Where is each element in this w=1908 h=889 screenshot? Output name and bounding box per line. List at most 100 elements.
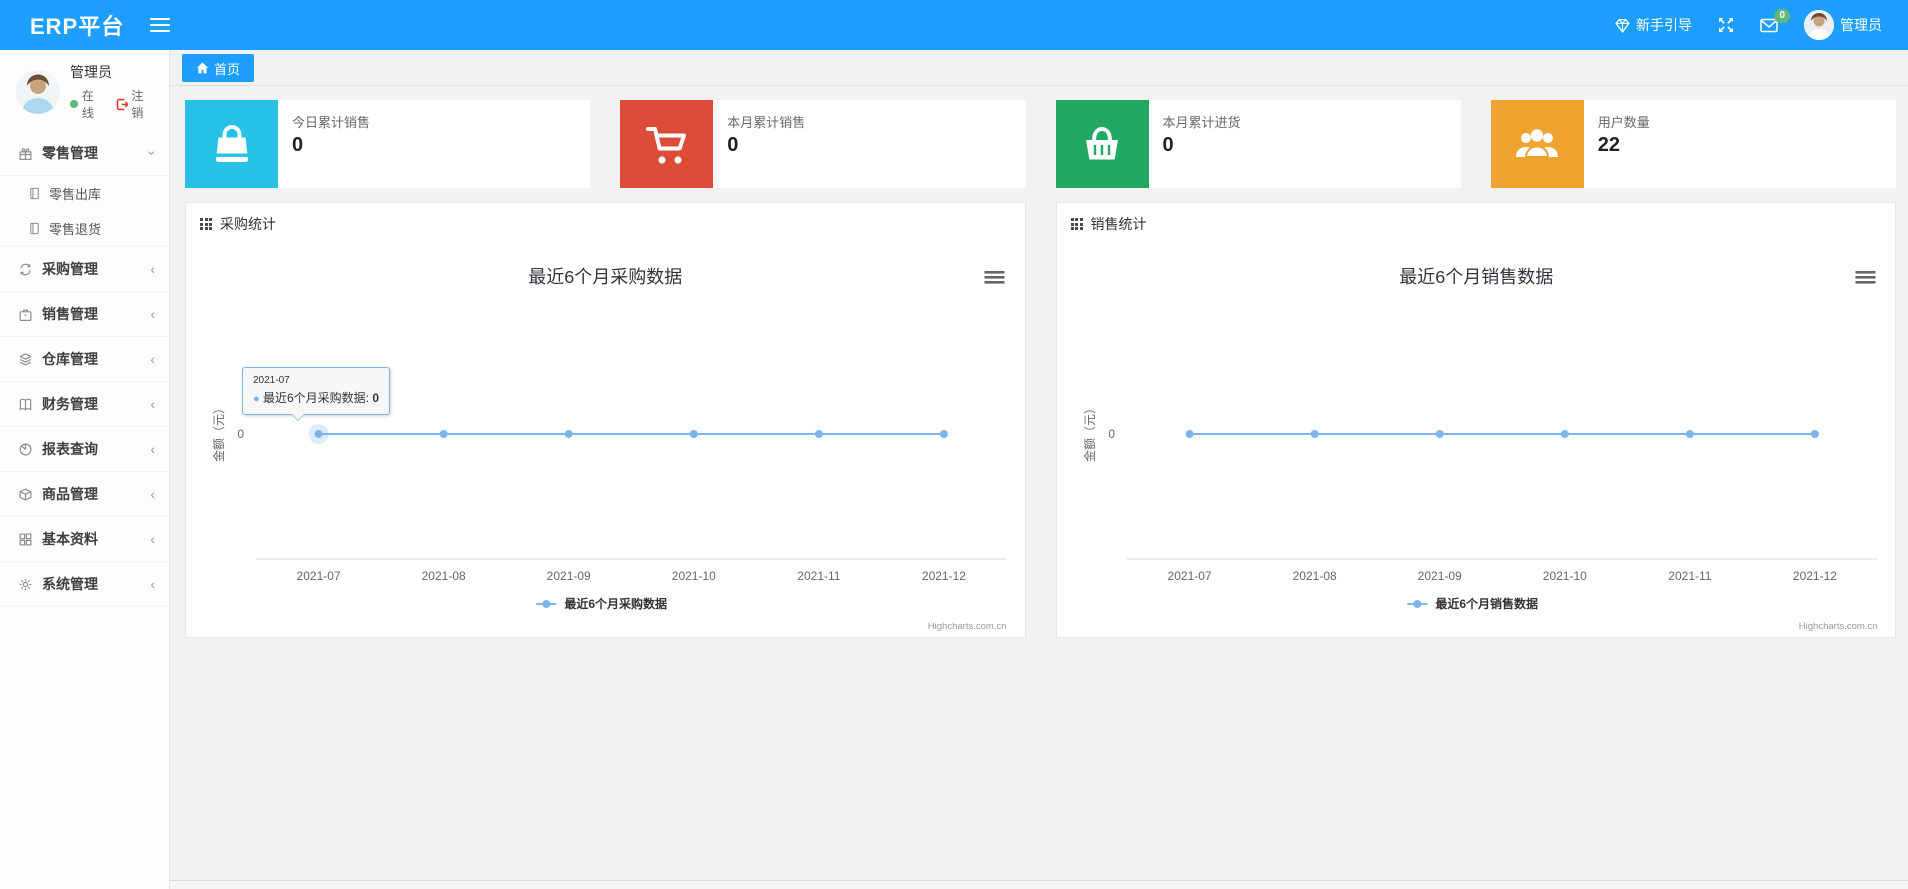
sidebar-avatar [16, 69, 60, 114]
message-count-badge: 0 [1774, 8, 1790, 23]
stat-card-today-sales: 今日累计销售 0 [185, 100, 591, 188]
breadcrumb: 首页 [170, 50, 1908, 86]
svg-text:2021-11: 2021-11 [1668, 569, 1711, 583]
th-grid-icon [1070, 218, 1083, 230]
stat-label: 今日累计销售 [292, 115, 371, 130]
gift-icon [18, 146, 33, 161]
logout-button[interactable]: 注销 [116, 87, 155, 121]
sidebar-item-label: 财务管理 [42, 396, 98, 412]
sidebar-subitem-label: 零售出库 [49, 187, 102, 202]
svg-text:最近6个月采购数据: 最近6个月采购数据 [528, 267, 682, 287]
gear-icon [18, 577, 33, 592]
legend-item[interactable]: 最近6个月采购数据 [536, 596, 667, 611]
sidebar-item-products[interactable]: 商品管理 ‹ [0, 472, 169, 517]
layers-icon [18, 352, 33, 367]
chevron-left-icon: ‹ [150, 531, 155, 547]
home-icon [196, 62, 209, 74]
stat-value: 0 [727, 134, 739, 156]
stat-card-month-purchase: 本月累计进货 0 [1055, 100, 1461, 188]
svg-text:金额（元）: 金额（元） [211, 402, 226, 462]
messages-button[interactable]: 0 [1760, 8, 1790, 33]
tab-home[interactable]: 首页 [182, 54, 255, 82]
logout-icon [116, 98, 129, 110]
svg-text:2021-09: 2021-09 [1417, 569, 1461, 583]
stat-card-month-sales: 本月累计销售 0 [620, 100, 1026, 188]
svg-text:2021-10: 2021-10 [1542, 569, 1586, 583]
sidebar-subitem-retail-return[interactable]: 零售退货 [0, 211, 169, 246]
chart-context-menu[interactable] [984, 271, 1005, 284]
purchase-chart: 最近6个月采购数据 2021-07 2021-08 2021-09 2021-10 202… [186, 245, 1025, 637]
username-label: 管理员 [1840, 17, 1882, 33]
chevron-left-icon: ‹ [150, 486, 155, 502]
highcharts-credit[interactable]: Highcharts.com.cn [928, 621, 1007, 632]
sidebar-item-label: 基本资料 [42, 531, 98, 547]
highcharts-credit[interactable]: Highcharts.com.cn [1798, 621, 1877, 632]
sidebar-item-reports[interactable]: 报表查询 ‹ [0, 427, 169, 472]
sidebar-subitem-retail-outbound[interactable]: 零售出库 [0, 176, 169, 211]
app-brand: ERP平台 [30, 14, 125, 39]
svg-text:金额（元）: 金额（元） [1082, 402, 1097, 462]
online-status-label: 在线 [81, 89, 94, 120]
svg-text:2021-07: 2021-07 [1167, 569, 1211, 583]
pie-chart-icon [18, 442, 33, 457]
purchase-stats-panel: 采购统计 最近6个月采购数据 2021-07 2021-08 2021-09 2021-… [185, 202, 1026, 638]
svg-text:2021-10: 2021-10 [672, 569, 716, 583]
document-icon [28, 187, 41, 200]
main-content: 首页 今日累计销售 0 本月累计销售 0 本月累计进货 0 用户数量 22 采购… [170, 50, 1908, 889]
cube-icon [18, 487, 33, 502]
sidebar-item-label: 商品管理 [42, 486, 98, 502]
sidebar: 管理员 在线 注销 零售管理 › 零售出库 零售退货 采购管理 ‹ 销售管理 ‹… [0, 50, 170, 889]
guide-label: 新手引导 [1636, 17, 1692, 33]
legend-item[interactable]: 最近6个月销售数据 [1406, 596, 1538, 611]
svg-text:2021-11: 2021-11 [797, 569, 840, 583]
sidebar-item-label: 仓库管理 [42, 351, 98, 367]
document-icon [28, 222, 41, 235]
users-icon [1490, 100, 1584, 188]
svg-text:2021-09: 2021-09 [547, 569, 591, 583]
sidebar-item-label: 销售管理 [42, 306, 98, 322]
stat-value: 22 [1597, 134, 1620, 156]
stat-label: 本月累计进货 [1162, 115, 1241, 130]
svg-text:0: 0 [237, 427, 244, 441]
top-navbar: ERP平台 新手引导 0 管理员 [0, 0, 1908, 50]
stat-label: 用户数量 [1597, 115, 1650, 130]
stat-value: 0 [1162, 134, 1174, 156]
sidebar-item-system[interactable]: 系统管理 ‹ [0, 562, 169, 607]
sidebar-item-purchase[interactable]: 采购管理 ‹ [0, 247, 169, 292]
svg-text:最近6个月销售数据: 最近6个月销售数据 [1399, 267, 1553, 287]
sales-stats-panel: 销售统计 最近6个月销售数据 2021-07 2021-08 2021-09 2021-… [1055, 202, 1896, 638]
sidebar-item-label: 采购管理 [42, 261, 98, 277]
online-status-dot [70, 100, 78, 108]
chart-context-menu[interactable] [1854, 271, 1875, 284]
footer-divider [170, 880, 1908, 889]
sidebar-item-label: 零售管理 [42, 145, 98, 161]
th-grid-icon [200, 218, 212, 230]
stat-card-user-count: 用户数量 22 [1490, 100, 1896, 188]
grid-icon [18, 532, 33, 547]
user-menu[interactable]: 管理员 [1804, 10, 1882, 40]
sales-chart: 最近6个月销售数据 2021-07 2021-08 2021-09 2021-10 202… [1057, 245, 1896, 637]
chevron-left-icon: ‹ [150, 576, 155, 592]
refresh-icon [18, 262, 33, 277]
sidebar-item-sales[interactable]: 销售管理 ‹ [0, 292, 169, 337]
briefcase-icon [18, 307, 33, 322]
fullscreen-button[interactable] [1718, 17, 1734, 33]
basket-icon [1055, 100, 1149, 188]
sidebar-item-label: 报表查询 [42, 441, 98, 457]
sidebar-menu: 零售管理 › 零售出库 零售退货 采购管理 ‹ 销售管理 ‹ 仓库管理 ‹ 财务… [0, 131, 169, 607]
book-icon [18, 397, 33, 412]
svg-text:0: 0 [1108, 427, 1115, 441]
chevron-left-icon: ‹ [150, 441, 155, 457]
sidebar-item-warehouse[interactable]: 仓库管理 ‹ [0, 337, 169, 382]
chevron-left-icon: ‹ [150, 261, 155, 277]
chevron-left-icon: ‹ [150, 306, 155, 322]
user-avatar [1804, 10, 1834, 40]
guide-button[interactable]: 新手引导 [1615, 15, 1692, 35]
stat-label: 本月累计销售 [727, 115, 806, 130]
sidebar-toggle-icon[interactable] [150, 14, 171, 36]
chevron-down-icon: › [144, 150, 161, 156]
chart-panels-row: 采购统计 最近6个月采购数据 2021-07 2021-08 2021-09 2021-… [170, 188, 1908, 638]
sidebar-item-finance[interactable]: 财务管理 ‹ [0, 382, 169, 427]
sidebar-item-retail[interactable]: 零售管理 › [0, 131, 169, 176]
sidebar-item-basic-data[interactable]: 基本资料 ‹ [0, 517, 169, 562]
